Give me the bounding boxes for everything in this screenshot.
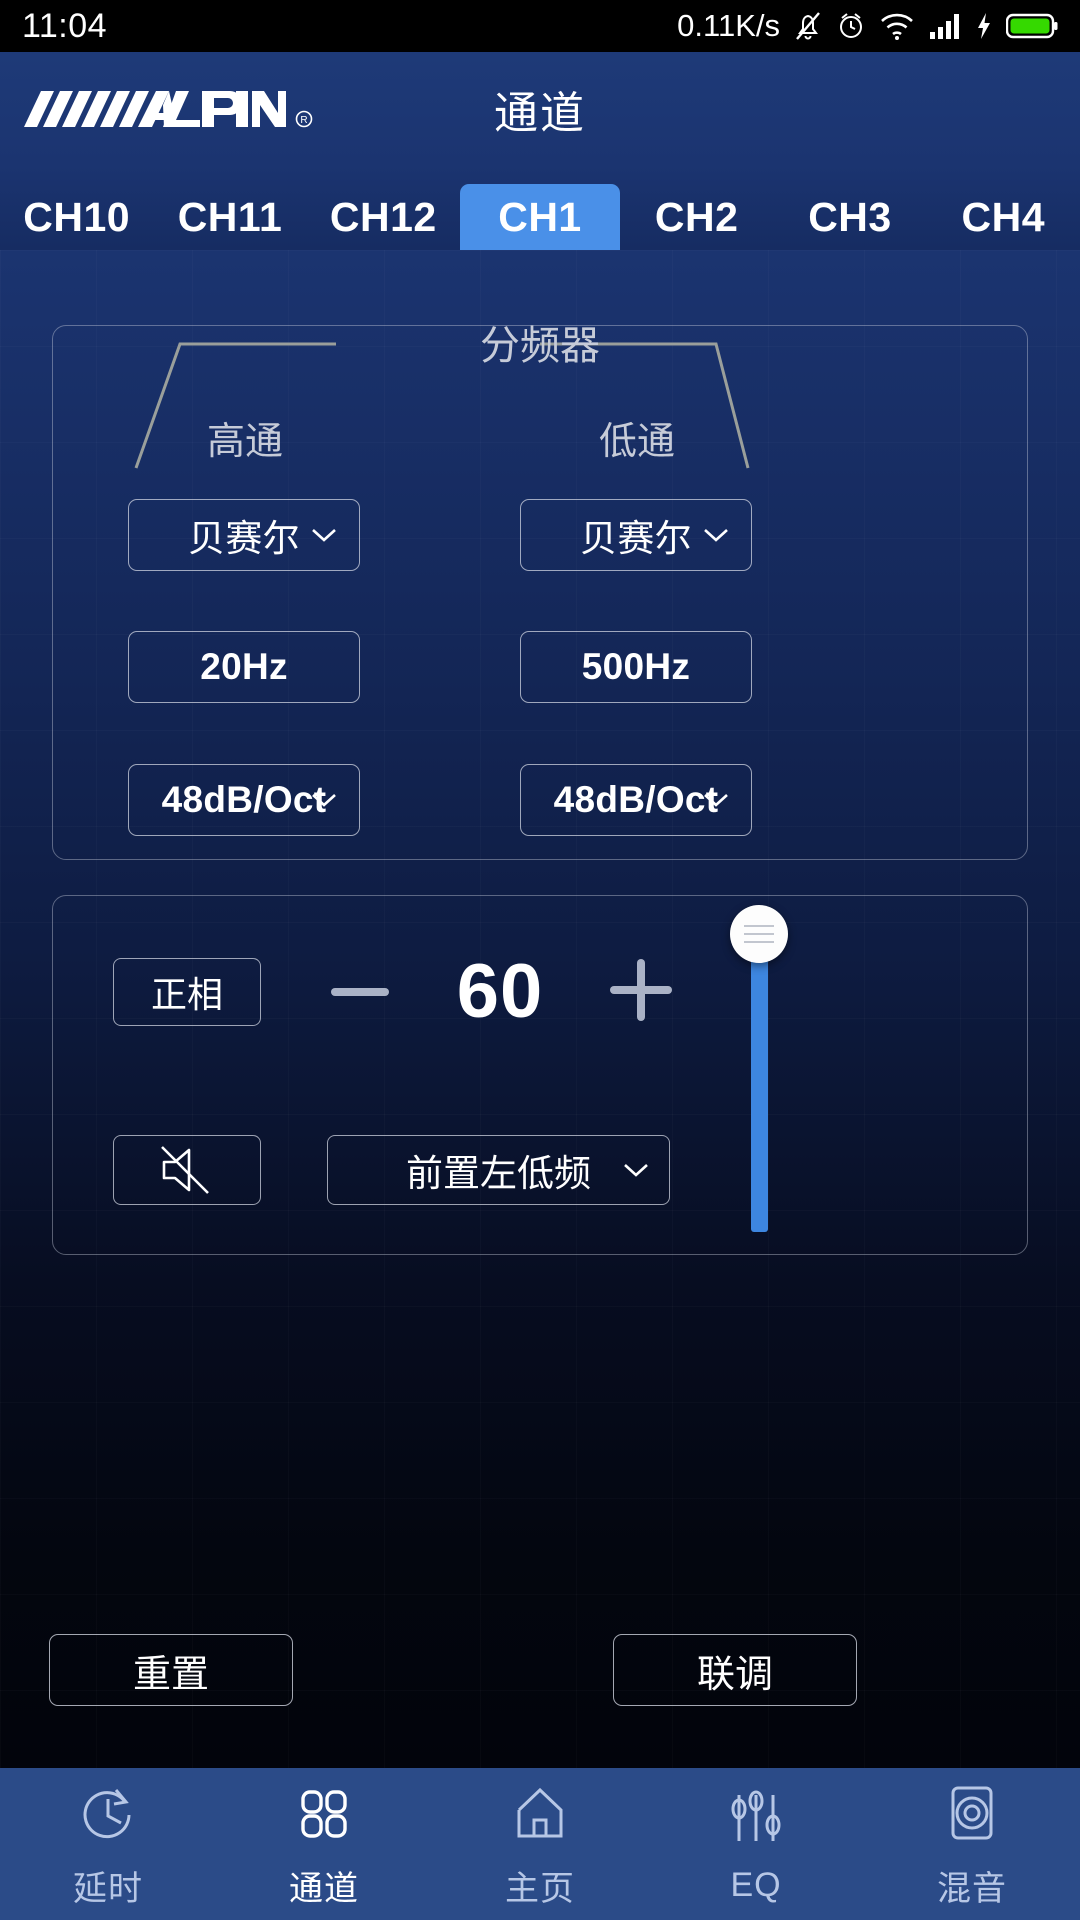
nav-label-channel: 通道: [289, 1869, 359, 1908]
low-pass-label: 低通: [598, 421, 675, 463]
link-tuning-button[interactable]: 联调: [613, 1634, 857, 1706]
nav-item-home[interactable]: 主页: [432, 1768, 648, 1920]
thumb-line: [744, 925, 774, 927]
high-pass-slope-select[interactable]: 48dB/Oct: [128, 764, 360, 836]
nav-label-mixer: 混音: [937, 1869, 1007, 1908]
chevron-down-icon: [312, 794, 336, 807]
chevron-down-icon: [312, 529, 336, 542]
nav-item-mixer[interactable]: 混音: [864, 1768, 1080, 1920]
chevron-down-icon: [704, 794, 728, 807]
speaker-mixer-icon: [941, 1779, 1003, 1847]
chevron-down-icon: [624, 1164, 648, 1177]
mute-toggle-button[interactable]: [113, 1135, 261, 1205]
app-root: 11:04 0.11K/s R 通道 CH10 CH11 CH12 CH1 CH…: [0, 0, 1080, 1920]
level-slider[interactable]: [730, 905, 790, 1235]
low-pass-slope-value: 48dB/Oct: [553, 779, 719, 820]
speaker-muted-icon: [161, 1146, 209, 1194]
grid-channels-icon: [293, 1779, 355, 1847]
equalizer-icon: [725, 1784, 787, 1852]
low-pass-filter-type-value: 贝赛尔: [580, 518, 692, 559]
reset-button[interactable]: 重置: [49, 1634, 293, 1706]
nav-item-channel[interactable]: 通道: [216, 1768, 432, 1920]
low-pass-frequency-value: 500Hz: [581, 646, 691, 687]
chevron-down-icon: [704, 529, 728, 542]
nav-label-delay: 延时: [73, 1869, 143, 1908]
thumb-line: [744, 933, 774, 935]
output-channel-select[interactable]: 前置左低频: [327, 1135, 670, 1205]
level-slider-track[interactable]: [751, 927, 768, 1232]
high-pass-filter-type-select[interactable]: 贝赛尔: [128, 499, 360, 571]
level-value: 60: [456, 949, 544, 1034]
nav-item-eq[interactable]: EQ: [648, 1768, 864, 1920]
nav-label-eq: EQ: [730, 1865, 782, 1904]
clock-delay-icon: [77, 1779, 139, 1847]
high-pass-frequency-value: 20Hz: [200, 646, 288, 687]
low-pass-filter-type-select[interactable]: 贝赛尔: [520, 499, 752, 571]
high-pass-frequency-field[interactable]: 20Hz: [128, 631, 360, 703]
low-pass-frequency-field[interactable]: 500Hz: [520, 631, 752, 703]
minus-icon: [331, 988, 389, 996]
plus-icon: [610, 959, 672, 1021]
nav-item-delay[interactable]: 延时: [0, 1768, 216, 1920]
level-decrement-button[interactable]: [330, 962, 390, 1022]
bottom-navigation[interactable]: 延时 通道 主页 EQ 混音: [0, 1768, 1080, 1920]
home-icon: [509, 1779, 571, 1847]
output-channel-value: 前置左低频: [406, 1153, 591, 1194]
high-pass-filter-type-value: 贝赛尔: [188, 518, 300, 559]
crossover-title: 分频器: [480, 324, 600, 368]
phase-toggle-button[interactable]: 正相: [113, 958, 261, 1026]
level-slider-thumb[interactable]: [730, 905, 788, 963]
thumb-line: [744, 941, 774, 943]
low-pass-slope-select[interactable]: 48dB/Oct: [520, 764, 752, 836]
nav-label-home: 主页: [505, 1869, 575, 1908]
level-increment-button[interactable]: [608, 955, 674, 1025]
high-pass-slope-value: 48dB/Oct: [161, 779, 327, 820]
high-pass-label: 高通: [206, 421, 283, 463]
